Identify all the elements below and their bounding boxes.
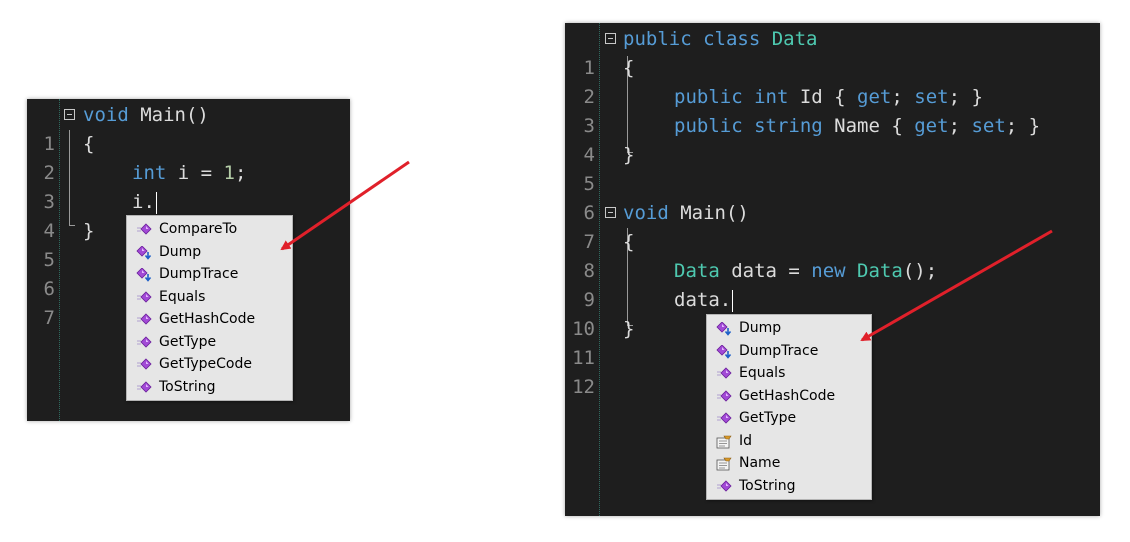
- red-arrow-right: [860, 229, 1053, 342]
- red-arrow-left: [280, 160, 410, 251]
- annotation-arrows: [280, 160, 1053, 342]
